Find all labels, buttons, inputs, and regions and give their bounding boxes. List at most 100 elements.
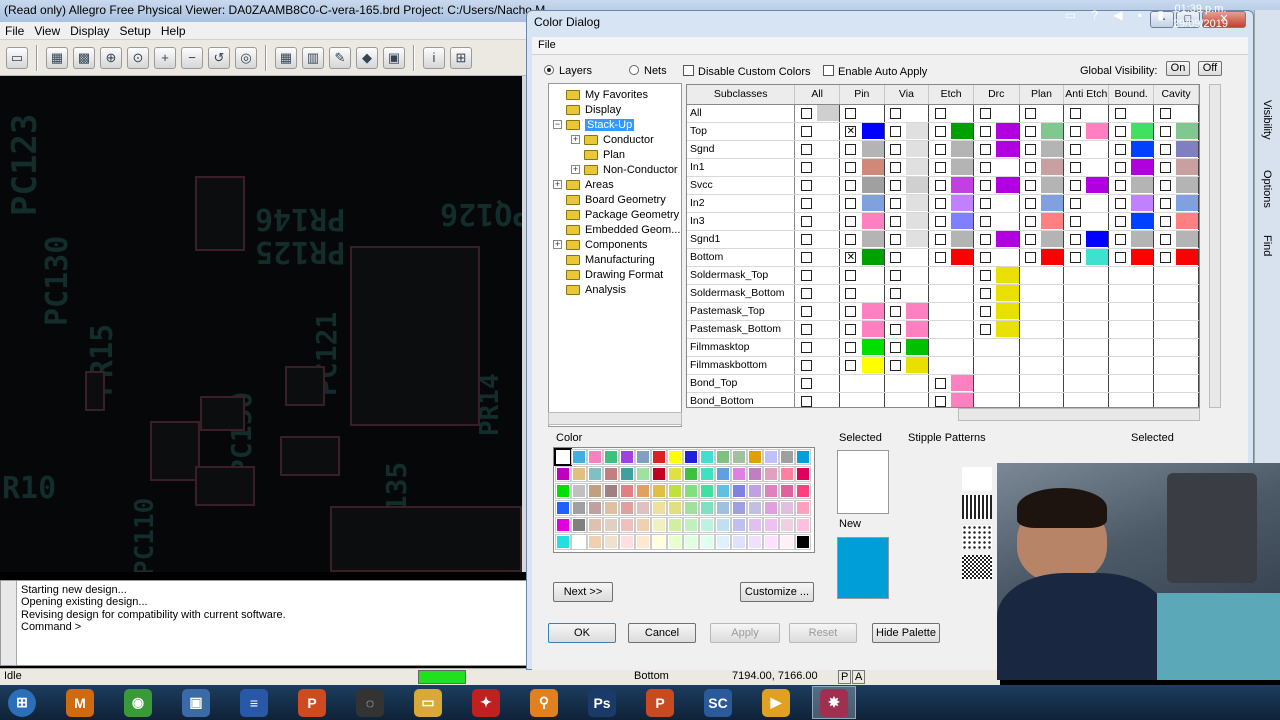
radio-layers[interactable]: Layers (544, 65, 592, 77)
grid-cell[interactable] (1153, 122, 1199, 141)
color-swatch[interactable] (1131, 123, 1153, 139)
grid-icon[interactable]: ▦ (46, 46, 68, 69)
visibility-checkbox[interactable] (1114, 179, 1126, 191)
taskbar-chrome[interactable]: ◉ (116, 686, 160, 719)
grid-cell[interactable] (839, 158, 885, 177)
color-swatch[interactable] (1041, 141, 1063, 157)
tree-expander-icon[interactable]: + (553, 180, 562, 189)
menu-file[interactable]: File (0, 22, 29, 40)
grid-cell[interactable] (884, 266, 930, 285)
grid-cell[interactable] (1108, 374, 1155, 393)
color-swatch[interactable] (861, 123, 884, 139)
color-swatch[interactable] (861, 339, 884, 355)
visibility-checkbox[interactable] (1025, 197, 1037, 209)
palette-color[interactable] (715, 500, 731, 516)
taskbar-media[interactable]: ▶ (754, 686, 798, 719)
visibility-checkbox[interactable] (890, 179, 902, 191)
grid-cell[interactable] (973, 176, 1020, 195)
palette-color[interactable] (683, 517, 699, 533)
grid-cell[interactable] (1108, 302, 1155, 321)
grid-cell[interactable] (884, 320, 930, 339)
color-swatch[interactable] (1131, 195, 1153, 211)
grid-cell[interactable] (1063, 338, 1110, 357)
grid-cell[interactable] (1019, 212, 1065, 231)
color-swatch[interactable] (1131, 159, 1153, 175)
visibility-checkbox[interactable] (800, 251, 812, 263)
taskbar-start-button[interactable]: ⊞ (0, 686, 44, 719)
visibility-checkbox[interactable] (845, 179, 857, 191)
grid-cell[interactable] (839, 338, 885, 357)
pcb-canvas[interactable]: PC123 PC130 PR15 PR146 PR125 PC150 PC121… (0, 76, 527, 572)
info-icon[interactable]: i (423, 46, 445, 69)
palette-color[interactable] (747, 483, 763, 499)
zoom-out-icon[interactable]: − (181, 46, 203, 69)
tree-hscrollbar[interactable] (548, 412, 682, 425)
color-swatch[interactable] (1131, 141, 1153, 157)
grid-cell[interactable] (1019, 266, 1065, 285)
visibility-checkbox[interactable] (1069, 179, 1081, 191)
palette-color[interactable] (699, 534, 715, 550)
color-swatch[interactable] (951, 249, 973, 265)
grid-cell[interactable] (1063, 266, 1110, 285)
visibility-checkbox[interactable] (845, 107, 857, 119)
grid-cell[interactable] (1153, 320, 1199, 339)
visibility-checkbox[interactable] (1069, 215, 1081, 227)
visibility-checkbox[interactable]: ✕ (845, 251, 857, 263)
grid-column-header[interactable]: Bound. (1108, 85, 1155, 105)
visibility-checkbox[interactable] (934, 215, 946, 227)
palette-color[interactable] (779, 483, 795, 499)
grid-cell[interactable] (973, 104, 1020, 123)
palette-color[interactable] (699, 466, 715, 482)
grid-cell[interactable] (794, 374, 840, 393)
palette-color[interactable] (683, 466, 699, 482)
menu-view[interactable]: View (29, 22, 65, 40)
redraw-icon[interactable]: ◎ (235, 46, 257, 69)
palette-color[interactable] (555, 517, 571, 533)
grid-cell[interactable] (1108, 284, 1155, 303)
palette-color[interactable] (619, 466, 635, 482)
color-swatch[interactable] (1041, 249, 1063, 265)
color-swatch[interactable] (861, 195, 884, 211)
grid-cell[interactable] (794, 230, 840, 249)
stipple-solid[interactable] (962, 467, 992, 491)
palette-color[interactable] (699, 483, 715, 499)
grid-cell[interactable] (839, 266, 885, 285)
visibility-checkbox[interactable] (1069, 161, 1081, 173)
grid-cell[interactable] (1019, 194, 1065, 213)
palette-color[interactable] (795, 483, 811, 499)
grid-cell[interactable] (1063, 176, 1110, 195)
color-swatch[interactable] (996, 141, 1019, 157)
grid-column-header[interactable]: Subclasses (687, 85, 796, 105)
color-swatch[interactable] (996, 285, 1019, 301)
grid-column-header[interactable]: All (794, 85, 840, 105)
palette-color[interactable] (554, 448, 572, 466)
palette-color[interactable] (635, 449, 651, 465)
palette-color[interactable] (667, 449, 683, 465)
visibility-checkbox[interactable] (979, 233, 991, 245)
visibility-checkbox[interactable] (934, 395, 946, 407)
grid-cell[interactable] (1063, 302, 1110, 321)
visibility-checkbox[interactable] (979, 125, 991, 137)
cancel-button[interactable]: Cancel (628, 623, 696, 643)
grid-cell[interactable] (928, 392, 974, 407)
grid-cell[interactable] (973, 140, 1020, 159)
palette-color[interactable] (747, 534, 763, 550)
palette-color[interactable] (651, 534, 667, 550)
tree-expander-icon[interactable]: + (571, 135, 580, 144)
grid-cell[interactable] (1153, 302, 1199, 321)
palette-color[interactable] (715, 534, 731, 550)
stipple-dots[interactable] (962, 525, 992, 549)
layer-color-grid[interactable]: Subclasses All Pin Via Etch Drc Plan Anti Etch B… (686, 84, 1200, 408)
visibility-checkbox[interactable] (800, 377, 812, 389)
taskbar-powerpoint[interactable]: P (638, 686, 682, 719)
palette-color[interactable] (603, 500, 619, 516)
color-swatch[interactable] (861, 141, 884, 157)
visibility-checkbox[interactable] (800, 125, 812, 137)
grid-cell[interactable] (794, 104, 840, 123)
grid-cell[interactable]: ✕ (839, 122, 885, 141)
palette-color[interactable] (619, 483, 635, 499)
grid-cell[interactable] (794, 392, 840, 407)
global-off-button[interactable]: Off (1198, 61, 1222, 76)
visibility-checkbox[interactable] (800, 179, 812, 191)
palette-color[interactable] (763, 466, 779, 482)
